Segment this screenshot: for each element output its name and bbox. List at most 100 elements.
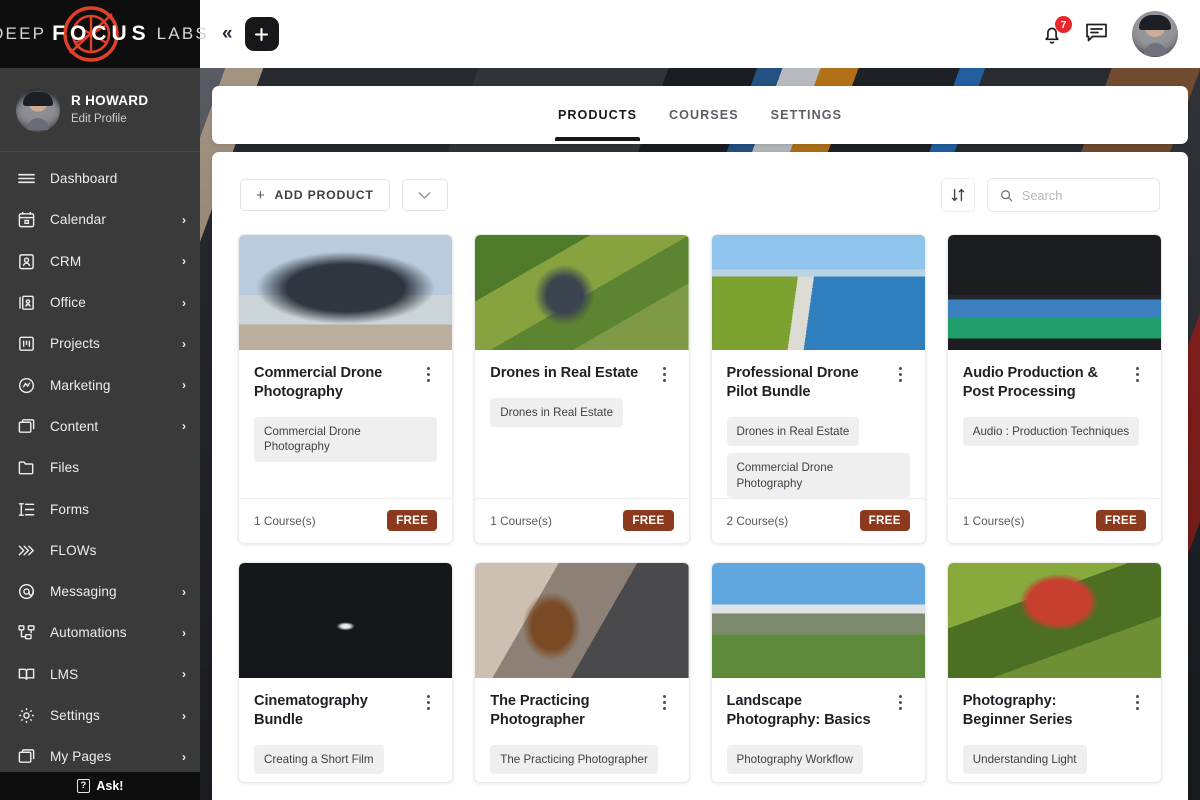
tab-products[interactable]: PRODUCTS xyxy=(555,89,640,141)
user-avatar-button[interactable] xyxy=(1132,11,1178,57)
product-card-head: The Practicing Photographer xyxy=(490,692,673,731)
search-input[interactable] xyxy=(1022,188,1147,203)
add-product-button[interactable]: + ADD PRODUCT xyxy=(240,179,390,211)
more-options-icon[interactable] xyxy=(892,364,910,384)
sidebar-item-calendar[interactable]: Calendar › xyxy=(0,199,200,240)
product-card-body: Professional Drone Pilot Bundle Drones i… xyxy=(712,350,925,498)
brand-logo[interactable]: DEEP FOCUS LABS xyxy=(0,0,200,68)
sidebar-item-office[interactable]: Office › xyxy=(0,282,200,323)
more-options-icon[interactable] xyxy=(1128,364,1146,384)
product-thumbnail xyxy=(239,235,452,350)
avatar xyxy=(16,88,60,132)
product-card[interactable]: Commercial Drone Photography Commercial … xyxy=(238,234,453,544)
product-card[interactable]: Cinematography Bundle Creating a Short F… xyxy=(238,562,453,783)
projects-icon xyxy=(17,334,36,353)
product-card-head: Audio Production & Post Processing xyxy=(963,364,1146,403)
at-sign-icon xyxy=(17,582,36,601)
add-product-dropdown-button[interactable] xyxy=(402,179,448,211)
product-title: Cinematography Bundle xyxy=(254,692,411,731)
chevron-right-icon: › xyxy=(182,750,186,764)
edit-profile-link[interactable]: Edit Profile xyxy=(71,112,148,126)
sidebar-item-label: CRM xyxy=(50,254,168,269)
product-card[interactable]: Drones in Real Estate Drones in Real Est… xyxy=(474,234,689,544)
sidebar-profile[interactable]: R HOWARD Edit Profile xyxy=(0,68,200,152)
more-options-icon[interactable] xyxy=(419,692,437,712)
plus-icon: + xyxy=(256,188,266,203)
brand-word-center: FOCUS xyxy=(52,22,151,46)
product-card[interactable]: Photography: Beginner Series Understandi… xyxy=(947,562,1162,783)
course-count: 1 Course(s) xyxy=(490,514,552,528)
sidebar-item-content[interactable]: Content › xyxy=(0,406,200,447)
sidebar-item-files[interactable]: Files xyxy=(0,447,200,488)
sidebar-item-messaging[interactable]: Messaging › xyxy=(0,571,200,612)
sidebar-item-label: My Pages xyxy=(50,749,168,764)
more-options-icon[interactable] xyxy=(656,692,674,712)
collapse-sidebar-button[interactable]: « xyxy=(214,19,239,49)
hamburger-icon xyxy=(17,169,36,188)
sidebar-item-flows[interactable]: FLOWs xyxy=(0,530,200,571)
chevron-right-icon: › xyxy=(182,626,186,640)
sidebar-item-projects[interactable]: Projects › xyxy=(0,323,200,364)
product-title: The Practicing Photographer xyxy=(490,692,647,731)
chevron-right-icon: › xyxy=(182,709,186,723)
sidebar-item-settings[interactable]: Settings › xyxy=(0,695,200,736)
topbar-actions: 7 xyxy=(1039,11,1178,57)
product-thumbnail xyxy=(948,235,1161,350)
product-tag: Creating a Short Film xyxy=(254,745,384,774)
sort-button[interactable] xyxy=(941,178,975,212)
product-card-body: Commercial Drone Photography Commercial … xyxy=(239,350,452,498)
course-count: 1 Course(s) xyxy=(254,514,316,528)
notifications-button[interactable]: 7 xyxy=(1039,21,1065,47)
chevron-right-icon: › xyxy=(182,337,186,351)
more-options-icon[interactable] xyxy=(419,364,437,384)
tab-courses[interactable]: COURSES xyxy=(666,89,742,141)
book-icon xyxy=(17,665,36,684)
product-tag: Drones in Real Estate xyxy=(727,417,860,446)
tab-settings[interactable]: SETTINGS xyxy=(768,89,845,141)
product-tags: Photography Workflow xyxy=(727,745,910,774)
chevron-right-icon: › xyxy=(182,585,186,599)
tab-bar: PRODUCTS COURSES SETTINGS xyxy=(212,86,1188,144)
product-title: Drones in Real Estate xyxy=(490,364,647,383)
chevron-right-icon: › xyxy=(182,254,186,268)
more-options-icon[interactable] xyxy=(892,692,910,712)
sidebar-item-crm[interactable]: CRM › xyxy=(0,241,200,282)
sidebar-item-lms[interactable]: LMS › xyxy=(0,654,200,695)
add-button[interactable] xyxy=(245,17,279,51)
product-tag: Understanding Light xyxy=(963,745,1087,774)
ask-label: Ask! xyxy=(96,779,123,793)
product-card[interactable]: Landscape Photography: Basics Photograph… xyxy=(711,562,926,783)
sidebar-item-my-pages[interactable]: My Pages › xyxy=(0,736,200,772)
sidebar-item-dashboard[interactable]: Dashboard xyxy=(0,158,200,199)
product-tag: Photography Workflow xyxy=(727,745,863,774)
price-badge: FREE xyxy=(1096,510,1146,531)
sidebar-item-marketing[interactable]: Marketing › xyxy=(0,364,200,405)
plus-icon xyxy=(253,26,270,43)
sidebar-item-forms[interactable]: Forms xyxy=(0,488,200,529)
course-count: 1 Course(s) xyxy=(963,514,1025,528)
calendar-icon xyxy=(17,210,36,229)
chevron-down-icon xyxy=(418,191,431,200)
search-box[interactable] xyxy=(987,178,1160,212)
more-options-icon[interactable] xyxy=(1128,692,1146,712)
price-badge: FREE xyxy=(860,510,910,531)
ask-button[interactable]: ? Ask! xyxy=(0,772,200,800)
sidebar-item-automations[interactable]: Automations › xyxy=(0,612,200,653)
product-card[interactable]: Audio Production & Post Processing Audio… xyxy=(947,234,1162,544)
sidebar: DEEP FOCUS LABS R HOWARD Edit Profile Da… xyxy=(0,0,200,800)
product-card[interactable]: Professional Drone Pilot Bundle Drones i… xyxy=(711,234,926,544)
products-toolbar: + ADD PRODUCT xyxy=(212,152,1188,212)
add-product-label: ADD PRODUCT xyxy=(275,188,374,202)
more-options-icon[interactable] xyxy=(656,364,674,384)
sidebar-item-label: Dashboard xyxy=(50,171,172,186)
price-badge: FREE xyxy=(387,510,437,531)
product-tags: Drones in Real Estate xyxy=(490,398,673,427)
product-thumbnail xyxy=(475,563,688,678)
messages-button[interactable] xyxy=(1083,18,1110,50)
product-tag: The Practicing Photographer xyxy=(490,745,658,774)
chevron-right-icon: › xyxy=(182,419,186,433)
main-area: « 7 xyxy=(200,0,1200,800)
sidebar-item-label: Office xyxy=(50,295,168,310)
product-thumbnail xyxy=(475,235,688,350)
product-card[interactable]: The Practicing Photographer The Practici… xyxy=(474,562,689,783)
